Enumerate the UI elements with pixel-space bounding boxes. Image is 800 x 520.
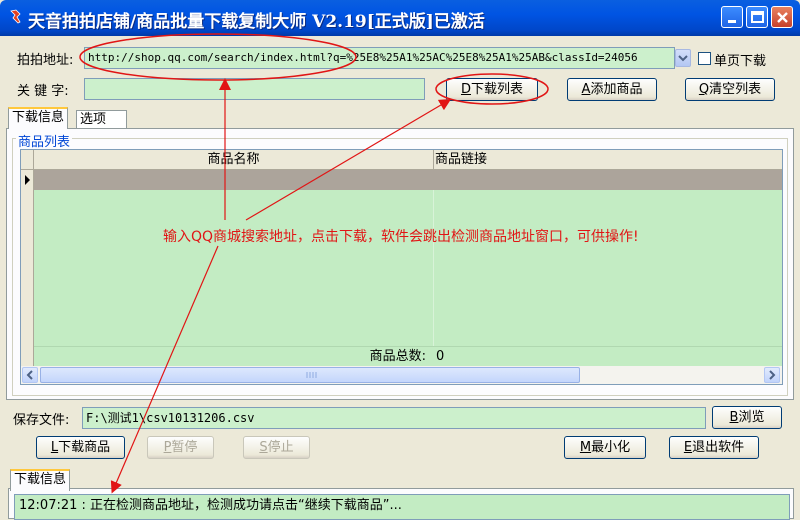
tab-download-info[interactable]: 下载信息 [8, 107, 69, 129]
add-product-label: 添加商品 [590, 82, 643, 97]
tab-options[interactable]: 选项 [76, 110, 127, 130]
browse-label: 浏览 [738, 410, 765, 425]
keyword-label: 关 键 字: [17, 84, 69, 99]
pause-label: 暂停 [171, 440, 198, 455]
scroll-left-button[interactable] [22, 367, 38, 383]
minimize-window-button[interactable] [721, 6, 743, 28]
total-label: 商品总数: [369, 349, 426, 364]
grip-icon [306, 372, 317, 378]
keyword-input[interactable] [84, 78, 425, 100]
clear-list-button[interactable]: Q清空列表 [685, 78, 775, 101]
single-page-label: 单页下载 [714, 54, 767, 69]
stop-button[interactable]: S停止 [243, 436, 310, 459]
header-corner [21, 150, 34, 170]
exit-shortcut: E [683, 440, 693, 455]
column-header-link[interactable]: 商品链接 [434, 150, 782, 170]
single-page-checkbox[interactable] [698, 52, 711, 65]
exit-label: 退出软件 [692, 440, 745, 455]
summary-row: 商品总数: 0 [34, 346, 782, 366]
exit-app-button[interactable]: E退出软件 [669, 436, 759, 459]
maximize-window-button[interactable] [746, 6, 768, 28]
stop-shortcut: S [259, 440, 268, 455]
app-window: 天音拍拍店铺/商品批量下载复制大师 V2.19[正式版]已激活 拍拍地址: ht… [0, 0, 800, 520]
total-value: 0 [436, 349, 445, 364]
chevron-down-icon [678, 55, 688, 62]
grid-header: 商品名称 商品链接 [21, 150, 782, 170]
horizontal-scrollbar[interactable] [21, 366, 782, 384]
download-products-label: 下载商品 [58, 440, 111, 455]
stop-label: 停止 [267, 440, 294, 455]
maximize-icon [751, 11, 764, 23]
address-label: 拍拍地址: [17, 53, 74, 68]
download-list-label: 下载列表 [471, 82, 524, 97]
tab-log[interactable]: 下载信息 [10, 469, 71, 491]
pause-button[interactable]: P暂停 [147, 436, 214, 459]
product-grid[interactable]: 商品名称 商品链接 商品总数: 0 [20, 149, 783, 385]
minimize-icon [728, 20, 736, 23]
address-dropdown-button[interactable] [675, 49, 691, 67]
clear-list-shortcut: Q [698, 82, 710, 97]
title-bar[interactable]: 天音拍拍店铺/商品批量下载复制大师 V2.19[正式版]已激活 [0, 0, 800, 36]
log-panel: 12:07:21 : 正在检测商品地址，检测成功请点击“继续下载商品”... [8, 488, 794, 520]
column-divider [433, 190, 434, 346]
summary-row-indicator [21, 346, 34, 366]
scroll-thumb[interactable] [40, 367, 580, 383]
download-products-button[interactable]: L下载商品 [36, 436, 125, 459]
browse-button[interactable]: B浏览 [712, 406, 782, 429]
clear-list-label: 清空列表 [709, 82, 762, 97]
current-row-arrow-icon [25, 175, 30, 185]
table-row[interactable] [34, 170, 782, 190]
chevron-left-icon [26, 370, 33, 380]
minimize-app-button[interactable]: M最小化 [564, 436, 646, 459]
product-list-title: 商品列表 [16, 131, 73, 150]
scroll-right-button[interactable] [764, 367, 780, 383]
app-logo-icon [10, 9, 21, 24]
save-file-label: 保存文件: [13, 413, 70, 428]
download-list-button[interactable]: D下载列表 [446, 78, 538, 101]
minimize-shortcut: M [579, 440, 592, 455]
chevron-right-icon [769, 370, 776, 380]
add-product-button[interactable]: A添加商品 [567, 78, 657, 101]
close-icon [777, 12, 788, 23]
annotation-text: 输入QQ商城搜索地址，点击下载，软件会跳出检测商品地址窗口，可供操作! [163, 229, 639, 245]
save-file-input[interactable]: F:\测试1\csv10131206.csv [82, 407, 706, 429]
window-title: 天音拍拍店铺/商品批量下载复制大师 V2.19[正式版]已激活 [28, 12, 485, 32]
minimize-label: 最小化 [591, 440, 631, 455]
close-window-button[interactable] [771, 6, 793, 28]
download-list-shortcut: D [460, 82, 471, 97]
column-header-name[interactable]: 商品名称 [34, 150, 434, 170]
address-combobox[interactable]: http://shop.qq.com/search/index.html?q=%… [84, 47, 675, 69]
log-message: 12:07:21 : 正在检测商品地址，检测成功请点击“继续下载商品”... [14, 494, 790, 520]
row-indicator-column [21, 170, 34, 346]
